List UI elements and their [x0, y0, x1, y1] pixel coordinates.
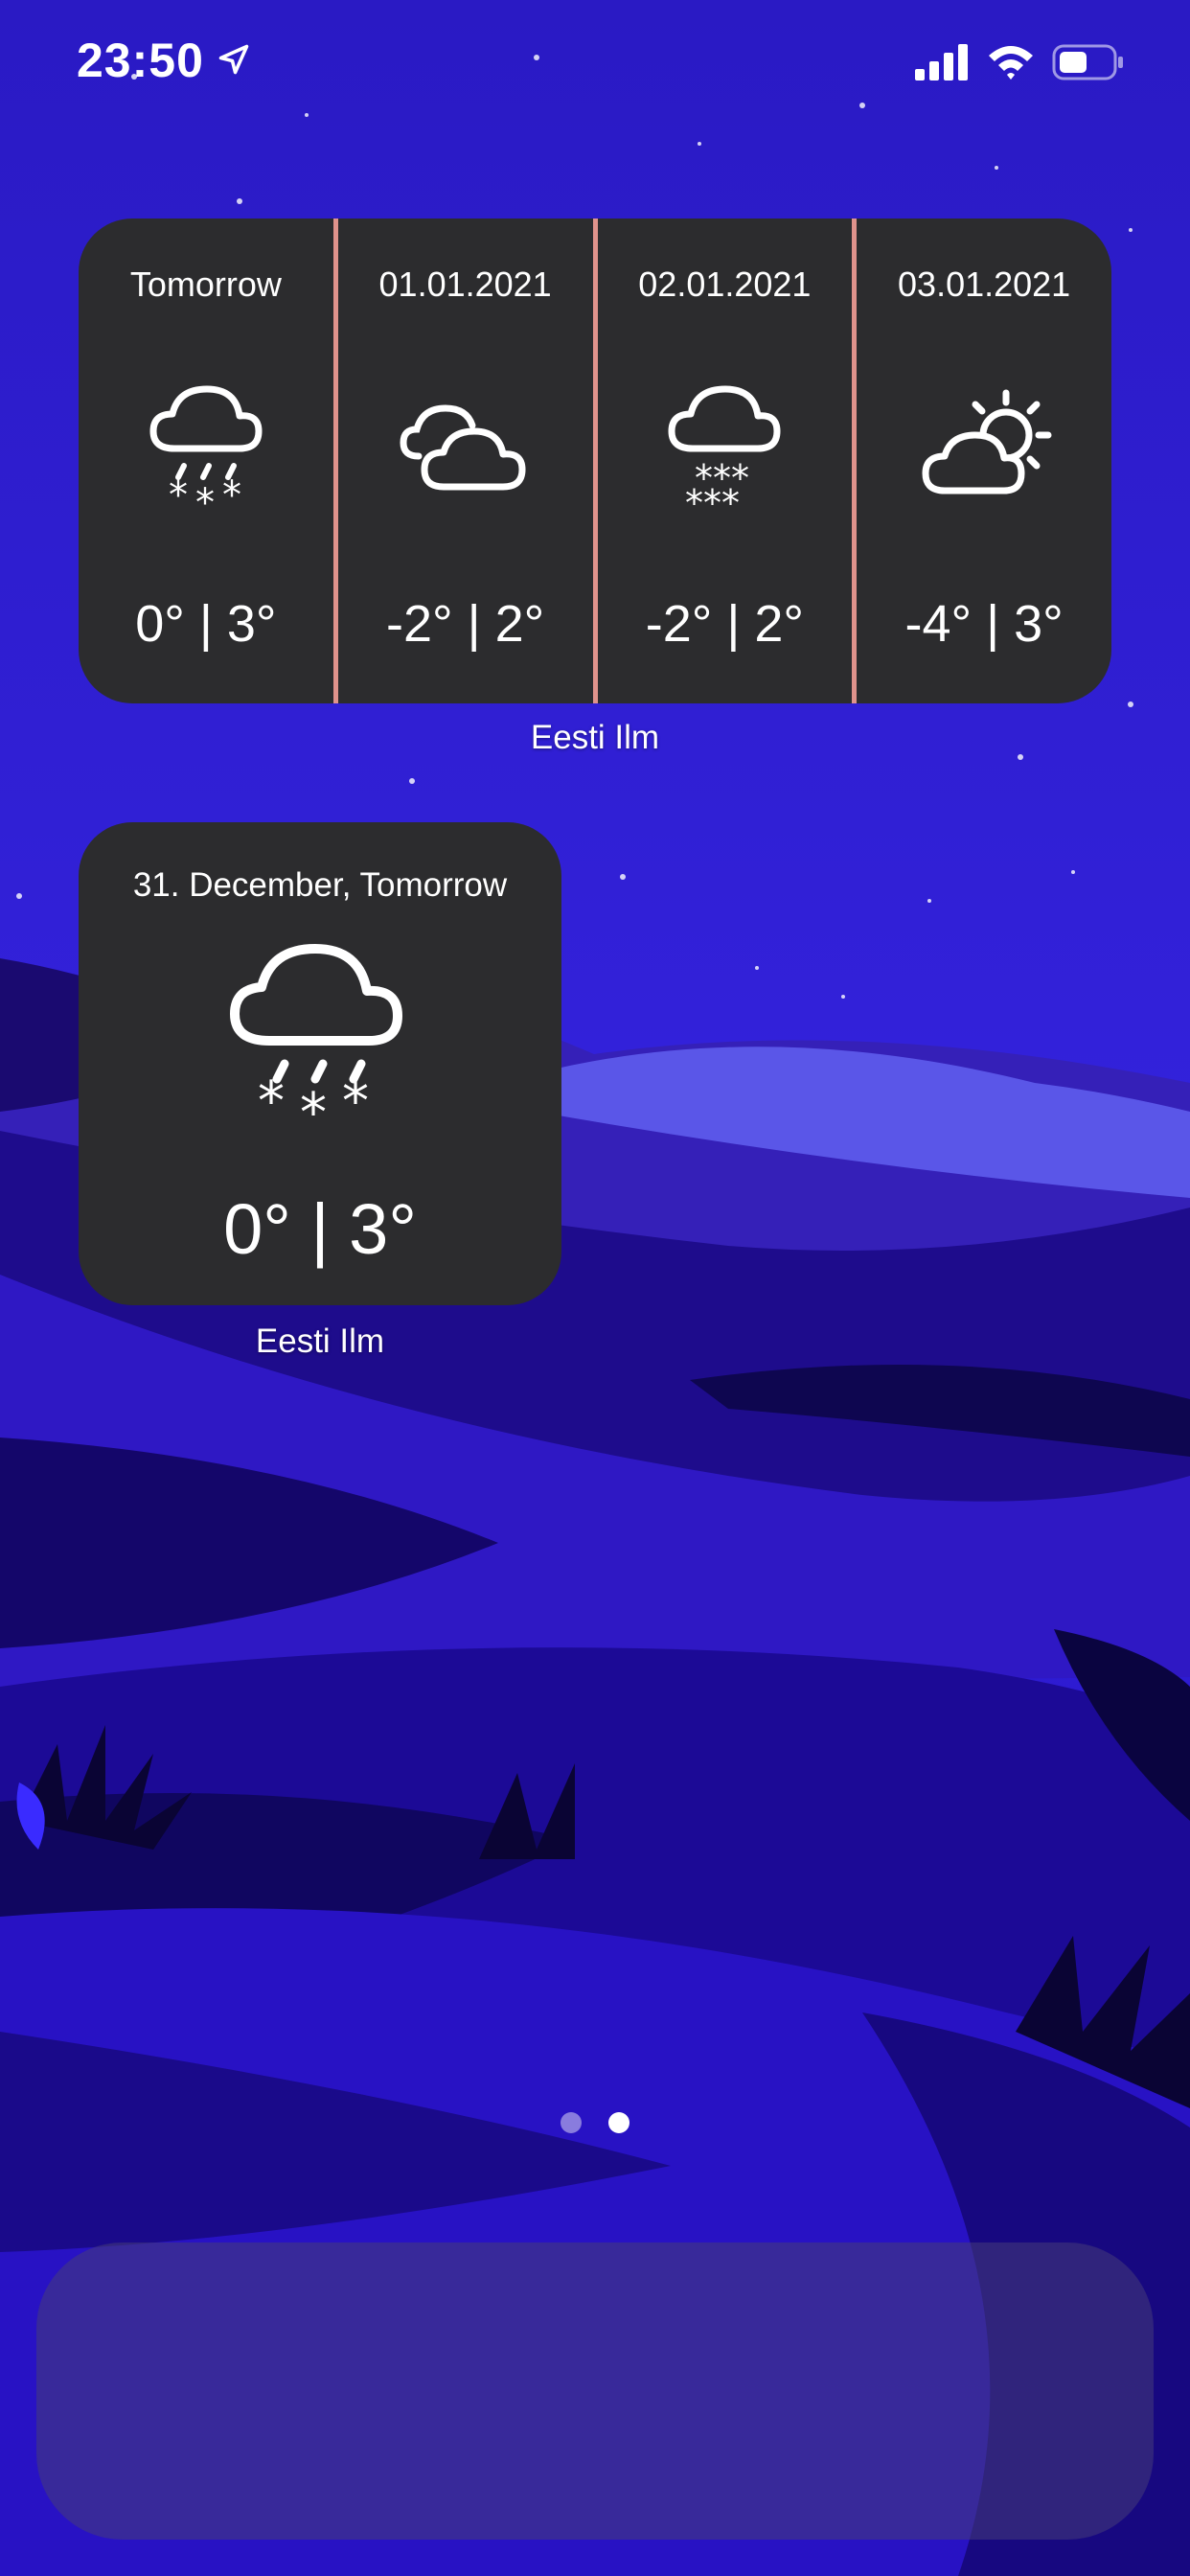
- forecast-day: 01.01.2021 -2° | 2°: [332, 218, 593, 703]
- svg-text:*: *: [342, 1070, 369, 1133]
- svg-text:*: *: [169, 473, 188, 518]
- forecast-day: Tomorrow * * * 0° | 3°: [79, 218, 333, 703]
- wifi-icon: [989, 46, 1033, 80]
- forecast-day-label: Tomorrow: [129, 264, 282, 304]
- cellular-signal-icon: [915, 44, 968, 80]
- widget-caption: Eesti Ilm: [255, 1322, 385, 1360]
- forecast-day-temp: -4° | 3°: [904, 595, 1064, 653]
- snow-rain-icon: * * *: [149, 385, 263, 525]
- svg-text:*: *: [258, 1070, 285, 1133]
- svg-text:*: *: [195, 481, 215, 525]
- widget-caption: Eesti Ilm: [530, 719, 660, 756]
- forecast-day-temp: 0° | 3°: [135, 595, 277, 653]
- forecast-day: 03.01.2021 -4° | 3°: [852, 218, 1111, 703]
- page-dot-active[interactable]: [608, 2112, 629, 2133]
- snow-icon: *** ***: [668, 385, 781, 524]
- status-time: 23:50: [77, 34, 204, 87]
- dock: [36, 2242, 1154, 2540]
- today-date-label: 31. December, Tomorrow: [132, 866, 508, 904]
- forecast-day-temp: -2° | 2°: [645, 595, 805, 653]
- page-indicator[interactable]: [0, 2112, 1190, 2133]
- forecast-day-label: 03.01.2021: [898, 264, 1071, 304]
- today-temp: 0° | 3°: [223, 1189, 417, 1269]
- forecast-day-label: 01.01.2021: [378, 264, 552, 304]
- forecast-day: 02.01.2021 *** *** -2° | 2°: [592, 218, 853, 703]
- status-bar: 23:50: [0, 0, 1190, 125]
- cloudy-icon: [400, 404, 526, 491]
- forecast-day-temp: -2° | 2°: [385, 595, 545, 653]
- svg-text:***: ***: [685, 482, 740, 524]
- forecast-day-label: 02.01.2021: [638, 264, 812, 304]
- battery-icon: [1052, 44, 1123, 80]
- page-dot[interactable]: [561, 2112, 582, 2133]
- svg-text:*: *: [300, 1082, 327, 1144]
- partly-sunny-icon: [922, 389, 1052, 494]
- location-arrow-icon: [218, 44, 249, 75]
- snow-rain-icon: * * *: [230, 944, 402, 1144]
- today-widget[interactable]: 31. December, Tomorrow * * * 0° | 3°: [79, 822, 561, 1305]
- forecast-widget[interactable]: Tomorrow * * * 0° | 3° 01.01.2021 -2° | …: [79, 218, 1111, 703]
- svg-text:*: *: [222, 473, 241, 518]
